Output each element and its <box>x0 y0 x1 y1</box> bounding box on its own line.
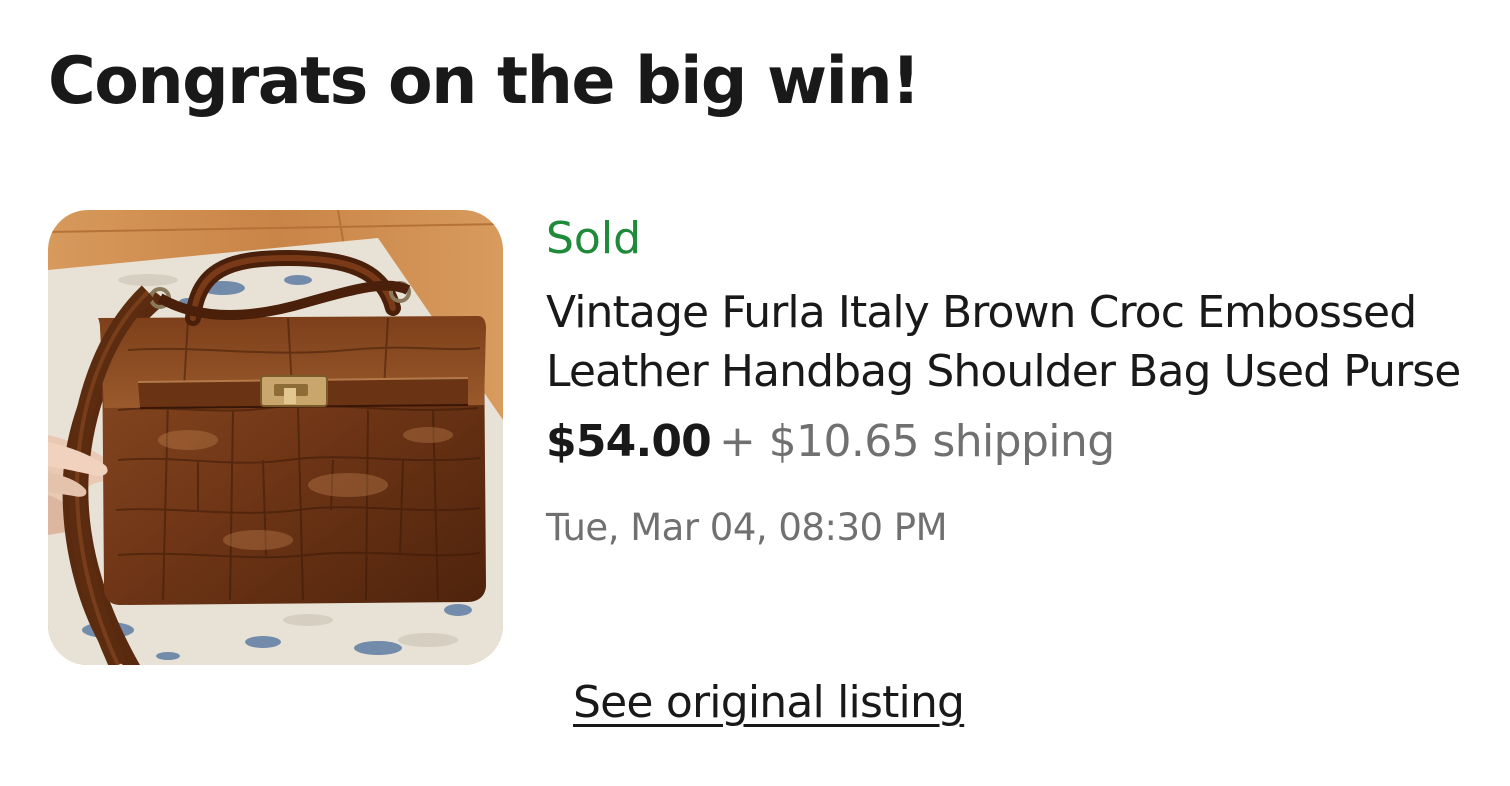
item-title[interactable]: Vintage Furla Italy Brown Croc Embossed … <box>546 283 1466 401</box>
price-line: $54.00 + $10.65 shipping <box>546 411 1476 482</box>
page-title: Congrats on the big win! <box>48 44 921 119</box>
handbag-photo <box>48 210 503 665</box>
shipping-cost: + $10.65 shipping <box>719 416 1115 467</box>
sale-date: Tue, Mar 04, 08:30 PM <box>546 506 948 549</box>
status-badge: Sold <box>546 213 642 264</box>
item-price: $54.00 <box>546 416 712 467</box>
see-original-listing-link[interactable]: See original listing <box>573 672 965 734</box>
item-image[interactable] <box>48 210 503 665</box>
item-details: Sold Vintage Furla Italy Brown Croc Embo… <box>546 208 1476 554</box>
